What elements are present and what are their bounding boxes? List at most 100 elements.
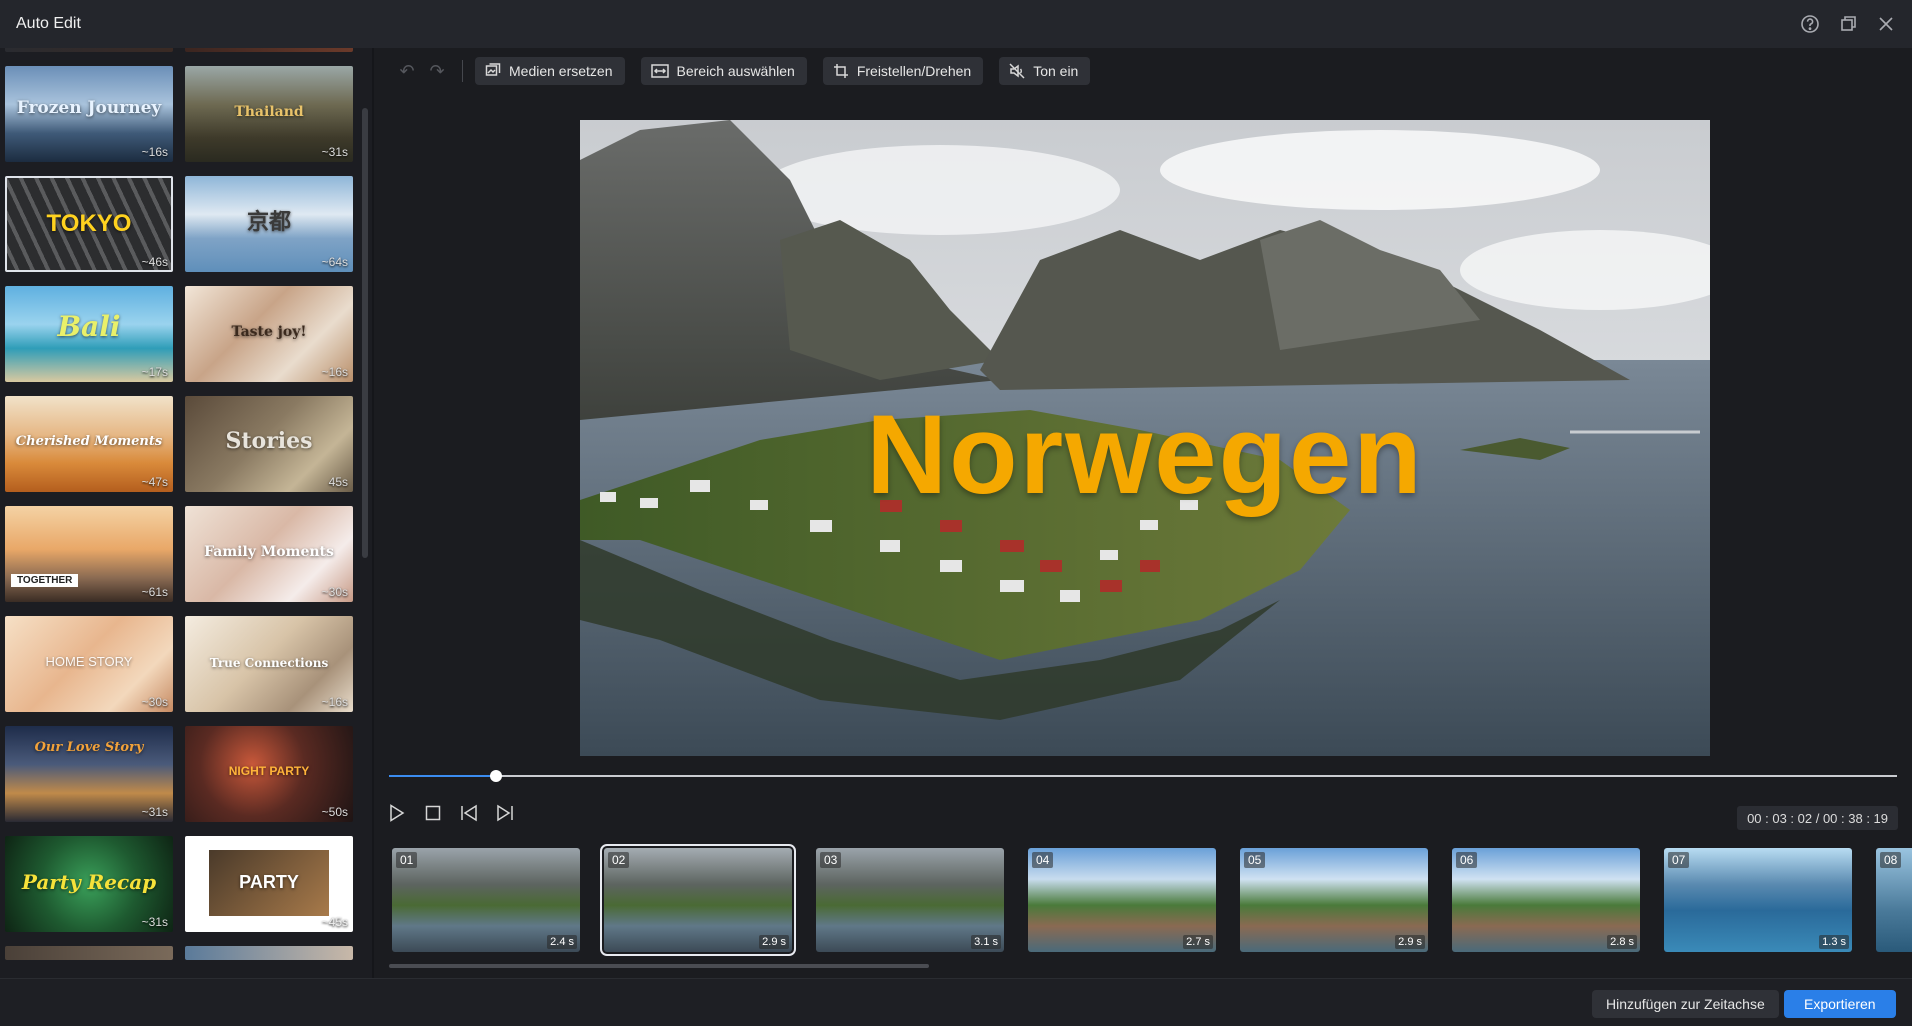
editor-main: ↶ ↷ Medien ersetzen Bereich auswählen Fr…	[374, 48, 1912, 978]
clip-strip-scrollbar[interactable]	[389, 964, 929, 968]
video-preview[interactable]: Norwegen	[580, 120, 1710, 756]
template-title: Taste joy!	[231, 324, 307, 340]
clip-thumb[interactable]: 06 2.8 s	[1452, 848, 1640, 952]
replace-media-icon	[485, 63, 501, 76]
template-duration: ~17s	[141, 365, 168, 379]
template-duration: ~16s	[321, 365, 348, 379]
template-duration: ~61s	[141, 585, 168, 599]
clip-number: 07	[1668, 852, 1690, 868]
export-button[interactable]: Exportieren	[1784, 990, 1896, 1018]
template-thumb[interactable]: Cherished Moments ~47s	[5, 396, 173, 492]
previous-frame-icon[interactable]	[460, 804, 478, 822]
progress-fill	[389, 775, 497, 777]
template-thumb[interactable]: Party Recap ~31s	[5, 836, 173, 932]
template-thumb[interactable]: Taste joy! ~16s	[185, 286, 353, 382]
add-to-timeline-button[interactable]: Hinzufügen zur Zeitachse	[1592, 990, 1779, 1018]
select-range-icon	[650, 64, 669, 78]
close-icon[interactable]	[1874, 12, 1898, 36]
restore-icon[interactable]	[1836, 12, 1860, 36]
template-thumb[interactable]: Thailand ~31s	[185, 66, 353, 162]
template-thumb-selected[interactable]: TOKYO ~46s	[5, 176, 173, 272]
window-controls	[1798, 12, 1898, 36]
timecode-display: 00 : 03 : 02 / 00 : 38 : 19	[1737, 806, 1898, 830]
template-thumb[interactable]: Frozen Journey ~16s	[5, 66, 173, 162]
sidebar-scrollbar[interactable]	[362, 108, 368, 558]
window-title: Auto Edit	[16, 15, 81, 32]
template-duration: 45s	[328, 475, 348, 489]
template-duration: ~16s	[141, 145, 168, 159]
clip-thumb[interactable]: 03 3.1 s	[816, 848, 1004, 952]
clip-duration: 3.1 s	[971, 935, 1001, 949]
footer-bar: Hinzufügen zur Zeitachse Exportieren	[0, 978, 1912, 1026]
template-thumb[interactable]: Stories 45s	[185, 396, 353, 492]
clip-duration: 2.8 s	[1607, 935, 1637, 949]
template-title: Party Recap	[21, 870, 157, 894]
template-duration: ~31s	[141, 805, 168, 819]
template-thumb[interactable]: Family Moments ~30s	[185, 506, 353, 602]
playback-controls	[388, 804, 514, 822]
template-sidebar: Frozen Journey ~16s Thailand ~31s TOKYO …	[0, 48, 372, 978]
clip-duration: 2.9 s	[1395, 935, 1425, 949]
help-icon[interactable]	[1798, 12, 1822, 36]
template-thumb[interactable]: Bali ~17s	[5, 286, 173, 382]
template-title: TOKYO	[46, 210, 132, 237]
toolbar-separator	[462, 60, 463, 82]
clip-duration: 2.4 s	[547, 935, 577, 949]
template-duration: ~31s	[321, 145, 348, 159]
crop-rotate-icon	[833, 64, 848, 78]
redo-icon[interactable]: ↷	[422, 57, 452, 85]
template-thumb-partial[interactable]	[5, 946, 173, 960]
clip-duration: 2.9 s	[759, 935, 789, 949]
preview-title: Norwegen	[866, 392, 1424, 517]
title-bar: Auto Edit	[0, 0, 1912, 48]
stop-icon[interactable]	[424, 804, 442, 822]
template-duration: ~30s	[141, 695, 168, 709]
sound-on-label: Ton ein	[1033, 63, 1079, 79]
clip-duration: 1.3 s	[1819, 935, 1849, 949]
template-thumb[interactable]: TOGETHER ~61s	[5, 506, 173, 602]
clip-thumb[interactable]: 05 2.9 s	[1240, 848, 1428, 952]
template-thumb[interactable]: HOME STORY ~30s	[5, 616, 173, 712]
template-title: 京都	[246, 209, 291, 235]
sound-on-button[interactable]: Ton ein	[999, 57, 1091, 85]
undo-icon[interactable]: ↶	[392, 57, 422, 85]
clip-duration: 2.7 s	[1183, 935, 1213, 949]
clip-thumb[interactable]: 08	[1876, 848, 1912, 952]
clip-thumb[interactable]: 07 1.3 s	[1664, 848, 1852, 952]
template-thumb[interactable]: NIGHT PARTY ~50s	[185, 726, 353, 822]
template-duration: ~31s	[141, 915, 168, 929]
clip-number: 05	[1244, 852, 1266, 868]
next-frame-icon[interactable]	[496, 804, 514, 822]
template-title: PARTY	[239, 872, 299, 892]
template-title: Family Moments	[204, 544, 334, 560]
template-duration: ~64s	[321, 255, 348, 269]
clip-number: 01	[396, 852, 418, 868]
clip-number: 06	[1456, 852, 1478, 868]
template-thumb-partial[interactable]	[185, 946, 353, 960]
template-title: Cherished Moments	[15, 434, 163, 449]
template-duration: ~50s	[321, 805, 348, 819]
select-range-button[interactable]: Bereich auswählen	[640, 57, 807, 85]
template-thumb-partial[interactable]	[5, 48, 173, 52]
template-thumb[interactable]: 京都 ~64s	[185, 176, 353, 272]
replace-media-button[interactable]: Medien ersetzen	[475, 57, 625, 85]
clip-thumb[interactable]: 04 2.7 s	[1028, 848, 1216, 952]
playback-progress[interactable]	[389, 770, 1897, 782]
crop-rotate-button[interactable]: Freistellen/Drehen	[822, 57, 984, 85]
template-title: NIGHT PARTY	[228, 764, 310, 778]
clip-thumb-selected[interactable]: 02 2.9 s	[600, 844, 796, 956]
progress-handle[interactable]	[490, 770, 503, 782]
template-thumb[interactable]: PARTY ~45s	[185, 836, 353, 932]
template-duration: ~47s	[141, 475, 168, 489]
clip-thumb[interactable]: 01 2.4 s	[392, 848, 580, 952]
template-thumb[interactable]: Our Love Story ~31s	[5, 726, 173, 822]
template-title: Thailand	[234, 104, 304, 120]
template-thumb-partial[interactable]	[185, 48, 353, 52]
template-thumb[interactable]: True Connections ~16s	[185, 616, 353, 712]
template-title: Frozen Journey	[16, 98, 162, 118]
template-duration: ~30s	[321, 585, 348, 599]
template-duration: ~16s	[321, 695, 348, 709]
clip-number: 03	[820, 852, 842, 868]
clip-number: 08	[1880, 852, 1902, 868]
play-icon[interactable]	[388, 804, 406, 822]
